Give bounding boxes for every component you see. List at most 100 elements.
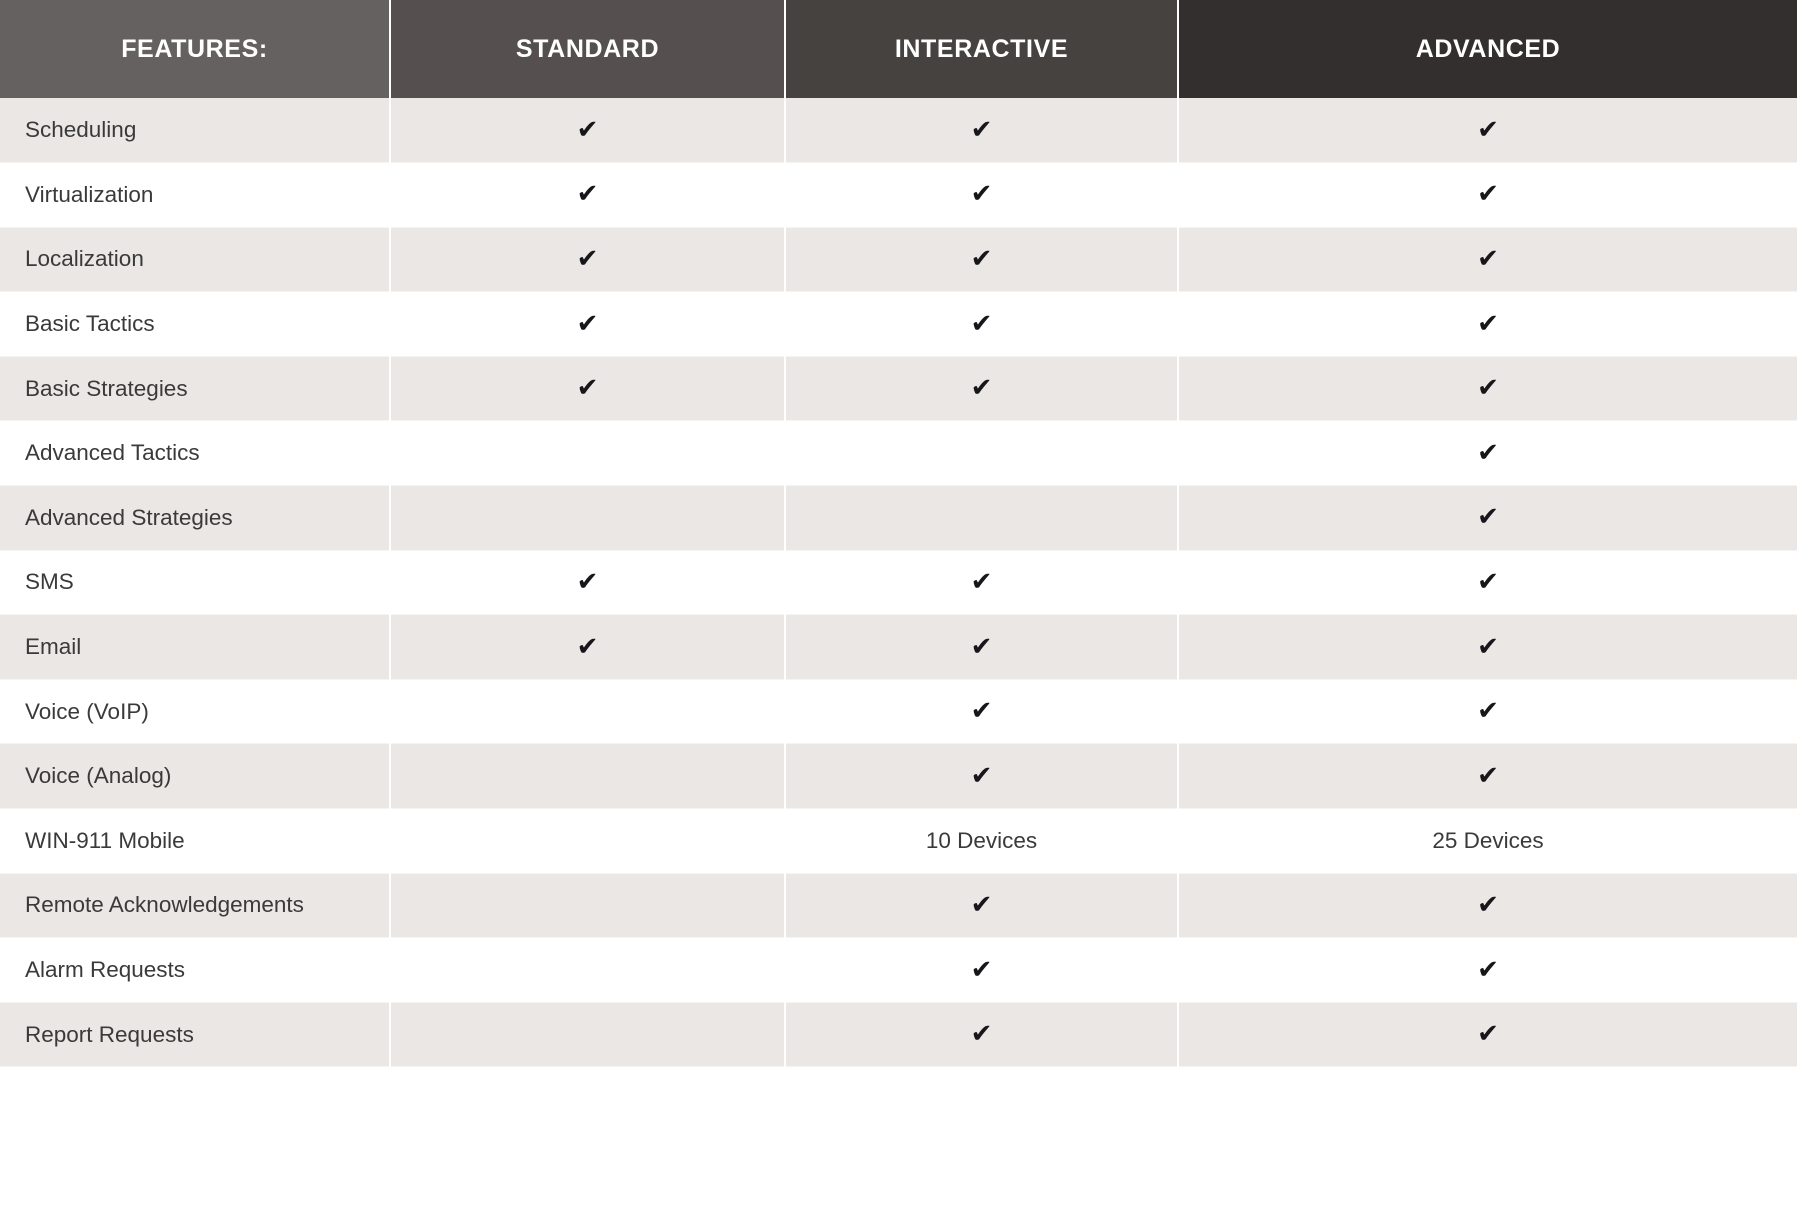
column-header-standard: STANDARD [390,0,786,98]
check-icon: ✔ [970,179,993,210]
cell-standard: ✔ [390,614,786,680]
cell-interactive: ✔ [785,550,1179,616]
cell-interactive: ✔ [785,873,1179,939]
cell-standard: ✔ [390,550,786,616]
table-row: Virtualization ✔ ✔ ✔ [0,162,1797,228]
feature-label: Voice (Analog) [0,743,391,810]
cell-value-text: 25 Devices [1432,827,1544,853]
check-icon: ✔ [1477,502,1499,533]
check-icon: ✔ [1477,566,1499,597]
check-icon: ✔ [970,889,993,920]
feature-label: Virtualization [0,162,391,228]
cell-advanced: ✔ [1178,485,1797,551]
cell-advanced: ✔ [1178,743,1797,810]
check-icon: ✔ [970,566,993,597]
feature-label: Basic Tactics [0,291,391,357]
check-icon: ✔ [970,308,993,339]
cell-advanced: ✔ [1178,679,1797,745]
cell-interactive: ✔ [785,356,1179,422]
feature-label: Basic Strategies [0,356,391,422]
check-icon: ✔ [576,373,599,404]
cell-interactive: ✔ [785,98,1179,164]
check-icon: ✔ [576,631,599,662]
check-icon: ✔ [970,373,993,404]
check-icon: ✔ [1477,243,1499,274]
cell-interactive [785,485,1179,551]
cell-value-text: 10 Devices [925,827,1038,853]
check-icon: ✔ [576,114,599,145]
cell-advanced: ✔ [1178,162,1797,228]
cell-advanced: ✔ [1178,98,1797,164]
feature-comparison-table: FEATURES: STANDARD INTERACTIVE ADVANCED … [0,0,1797,1068]
check-icon: ✔ [970,1019,993,1050]
feature-label: Report Requests [0,1002,391,1068]
table-row: Scheduling ✔ ✔ ✔ [0,98,1797,164]
cell-interactive: ✔ [785,614,1179,680]
table-row: Localization ✔ ✔ ✔ [0,227,1797,293]
table-row: Advanced Strategies ✔ [0,485,1797,551]
table-row: Basic Strategies ✔ ✔ ✔ [0,356,1797,422]
cell-interactive: ✔ [785,227,1179,293]
cell-standard: ✔ [390,291,786,357]
feature-label: WIN-911 Mobile [0,808,391,874]
table-row: Voice (VoIP) ✔ ✔ [0,679,1797,745]
feature-label: SMS [0,550,391,616]
check-icon: ✔ [1477,437,1499,468]
feature-label: Localization [0,227,391,293]
cell-standard: ✔ [390,162,786,228]
check-icon: ✔ [970,114,993,145]
check-icon: ✔ [1477,114,1499,145]
check-icon: ✔ [1477,889,1499,920]
cell-interactive: ✔ [785,162,1179,228]
check-icon: ✔ [1477,631,1499,662]
cell-advanced: ✔ [1178,356,1797,422]
cell-standard [390,743,786,810]
cell-advanced: ✔ [1178,873,1797,939]
check-icon: ✔ [970,954,993,985]
cell-interactive: ✔ [785,937,1179,1003]
table-row: Remote Acknowledgements ✔ ✔ [0,873,1797,939]
cell-interactive [785,420,1179,487]
cell-advanced: ✔ [1178,227,1797,293]
cell-advanced: ✔ [1178,614,1797,680]
column-header-interactive: INTERACTIVE [785,0,1179,98]
cell-standard: ✔ [390,98,786,164]
table-row: Voice (Analog) ✔ ✔ [0,743,1797,810]
table-row: WIN-911 Mobile 10 Devices 25 Devices [0,808,1797,874]
cell-advanced: 25 Devices [1178,808,1797,874]
check-icon: ✔ [1477,179,1499,210]
table-header: FEATURES: STANDARD INTERACTIVE ADVANCED [0,0,1797,98]
check-icon: ✔ [970,631,993,662]
cell-advanced: ✔ [1178,420,1797,487]
table-row: Basic Tactics ✔ ✔ ✔ [0,291,1797,357]
table-row: Report Requests ✔ ✔ [0,1002,1797,1068]
feature-label: Advanced Tactics [0,420,391,487]
feature-label: Remote Acknowledgements [0,873,391,939]
header-row: FEATURES: STANDARD INTERACTIVE ADVANCED [0,0,1797,98]
table-row: SMS ✔ ✔ ✔ [0,550,1797,616]
table-row: Email ✔ ✔ ✔ [0,614,1797,680]
check-icon: ✔ [1477,1019,1499,1050]
table-row: Advanced Tactics ✔ [0,420,1797,487]
table-body: Scheduling ✔ ✔ ✔ Virtualization ✔ ✔ ✔ Localizati… [0,98,1797,1068]
check-icon: ✔ [970,760,993,791]
feature-label: Alarm Requests [0,937,391,1003]
cell-standard [390,485,786,551]
feature-label: Email [0,614,391,680]
check-icon: ✔ [576,179,599,210]
column-header-advanced: ADVANCED [1178,0,1797,98]
cell-interactive: ✔ [785,291,1179,357]
check-icon: ✔ [1477,696,1499,727]
check-icon: ✔ [1477,954,1499,985]
cell-standard: ✔ [390,227,786,293]
cell-interactive: ✔ [785,679,1179,745]
cell-interactive: ✔ [785,743,1179,810]
cell-standard [390,1002,786,1068]
check-icon: ✔ [576,566,599,597]
feature-label: Voice (VoIP) [0,679,391,745]
check-icon: ✔ [576,243,599,274]
check-icon: ✔ [1477,760,1499,791]
cell-interactive: ✔ [785,1002,1179,1068]
feature-label: Advanced Strategies [0,485,391,551]
check-icon: ✔ [576,308,599,339]
